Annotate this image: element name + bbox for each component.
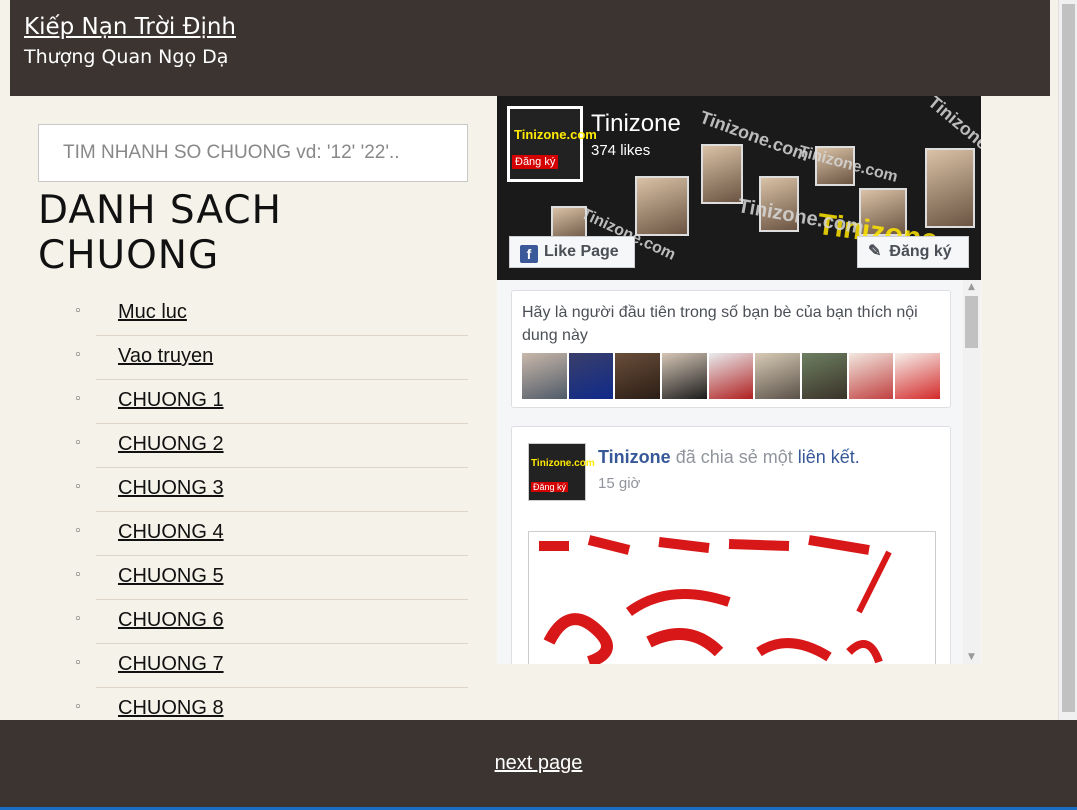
chapter-list-item: ◦ CHUONG 2 — [74, 424, 468, 468]
avatar-subscribe-tag: Đăng ký — [512, 155, 559, 169]
fb-page-likes: 374 likes — [591, 142, 651, 159]
chapter-list-item: ◦ CHUONG 7 — [74, 644, 468, 688]
chapter-list-item: ◦ CHUONG 5 — [74, 556, 468, 600]
chapter-link[interactable]: CHUONG 7 — [118, 653, 224, 675]
chevron-up-icon[interactable]: ▲ — [963, 280, 980, 294]
post-author-link[interactable]: Tinizone — [598, 447, 671, 467]
bullet-icon: ◦ — [74, 304, 82, 319]
bullet-icon: ◦ — [74, 392, 82, 407]
chapter-list-heading: DANH SACH CHUONG — [38, 188, 282, 278]
fb-page-avatar[interactable]: Tinizone.com Đăng ký — [507, 106, 597, 182]
friends-like-card: Hãy là người đầu tiên trong số bạn bè củ… — [511, 290, 951, 408]
fb-scrollbar-thumb[interactable] — [965, 296, 978, 348]
cover-face-photo — [701, 144, 743, 204]
like-page-label: Like Page — [544, 243, 619, 260]
friend-avatars — [522, 353, 941, 399]
story-title-link[interactable]: Kiếp Nạn Trời Định — [24, 14, 236, 40]
like-page-button[interactable]: f Like Page — [509, 236, 635, 268]
post-timestamp[interactable]: 15 giờ — [598, 475, 640, 492]
chapter-link[interactable]: Muc luc — [118, 301, 187, 323]
chapter-list-item: ◦ CHUONG 6 — [74, 600, 468, 644]
chapter-panel: TIM NHANH SO CHUONG vd: '12' '22'.. DANH… — [38, 124, 468, 776]
bullet-icon: ◦ — [74, 656, 82, 671]
post-avatar-subscribe-tag: Đăng ký — [531, 482, 569, 492]
bullet-icon: ◦ — [74, 524, 82, 539]
chapter-link[interactable]: CHUONG 8 — [118, 697, 224, 719]
site-footer: next page — [0, 720, 1077, 810]
chapter-link[interactable]: Vao truyen — [118, 345, 213, 367]
site-header: Kiếp Nạn Trời Định Thượng Quan Ngọ Dạ — [10, 0, 1050, 96]
subscribe-label: Đăng ký — [889, 243, 952, 260]
avatar[interactable] — [662, 353, 707, 399]
cover-face-photo — [635, 176, 689, 236]
post-header: Tinizone đã chia sẻ một liên kết. — [598, 447, 860, 468]
chapter-link[interactable]: CHUONG 5 — [118, 565, 224, 587]
bullet-icon: ◦ — [74, 568, 82, 583]
facebook-icon: f — [520, 245, 538, 263]
post-avatar-logo-text: Tinizone.com — [531, 458, 595, 469]
chapter-link[interactable]: CHUONG 1 — [118, 389, 224, 411]
page-scrollbar[interactable] — [1058, 0, 1077, 720]
chapter-list-item: ◦ Muc luc — [74, 292, 468, 336]
avatar[interactable] — [755, 353, 801, 399]
avatar[interactable] — [848, 353, 894, 399]
bullet-icon: ◦ — [74, 436, 82, 451]
avatar[interactable] — [615, 353, 661, 399]
author-name: Thượng Quan Ngọ Dạ — [24, 46, 229, 68]
post-author-avatar[interactable]: Tinizone.com Đăng ký — [528, 443, 595, 501]
fb-post: Tinizone.com Đăng ký Tinizone đã chia sẻ… — [511, 426, 951, 664]
subscribe-button[interactable]: ✎ Đăng ký — [857, 236, 969, 268]
fb-page-name[interactable]: Tinizone — [591, 110, 681, 138]
avatar[interactable] — [802, 353, 847, 399]
fb-cover-photo[interactable]: Tinizone.com Tinizone.com Tinizone Tinizone… — [497, 96, 981, 280]
post-image[interactable] — [528, 531, 936, 664]
chevron-down-icon[interactable]: ▼ — [963, 650, 980, 664]
chapter-link[interactable]: CHUONG 6 — [118, 609, 224, 631]
chapter-list-item: ◦ CHUONG 3 — [74, 468, 468, 512]
bullet-icon: ◦ — [74, 480, 82, 495]
chapter-search-input[interactable]: TIM NHANH SO CHUONG vd: '12' '22'.. — [38, 124, 468, 182]
chapter-link[interactable]: CHUONG 2 — [118, 433, 224, 455]
fb-scrollbar[interactable]: ▲ ▼ — [963, 280, 980, 664]
chapter-list-item: ◦ CHUONG 4 — [74, 512, 468, 556]
pencil-icon: ✎ — [868, 243, 882, 260]
avatar[interactable] — [522, 353, 567, 399]
avatar[interactable] — [568, 353, 614, 399]
fb-feed: Hãy là người đầu tiên trong số bạn bè củ… — [497, 280, 981, 664]
page-scrollbar-thumb[interactable] — [1062, 4, 1075, 712]
next-page-link[interactable]: next page — [0, 752, 1077, 775]
avatar[interactable] — [708, 353, 754, 399]
chapter-list-item: ◦ Vao truyen — [74, 336, 468, 380]
chapter-link[interactable]: CHUONG 3 — [118, 477, 224, 499]
bullet-icon: ◦ — [74, 348, 82, 363]
post-link[interactable]: liên kết. — [798, 447, 860, 467]
chapter-link[interactable]: CHUONG 4 — [118, 521, 224, 543]
bullet-icon: ◦ — [74, 612, 82, 627]
cover-watermark-text: Tinizone.com — [736, 195, 866, 239]
post-action-text: đã chia sẻ một — [675, 447, 793, 467]
avatar[interactable] — [895, 353, 941, 399]
chapter-list: ◦ Muc luc ◦ Vao truyen ◦ CHUONG 1 ◦ CHUONG 2 ◦ CH… — [74, 292, 468, 776]
facebook-page-plugin: Tinizone.com Tinizone.com Tinizone Tinizone… — [497, 96, 981, 664]
cover-face-photo — [925, 148, 975, 228]
chapter-list-item: ◦ CHUONG 1 — [74, 380, 468, 424]
friends-like-message: Hãy là người đầu tiên trong số bạn bè củ… — [522, 304, 918, 344]
calligraphy-image — [529, 532, 935, 664]
avatar-logo-text: Tinizone.com — [514, 127, 597, 142]
